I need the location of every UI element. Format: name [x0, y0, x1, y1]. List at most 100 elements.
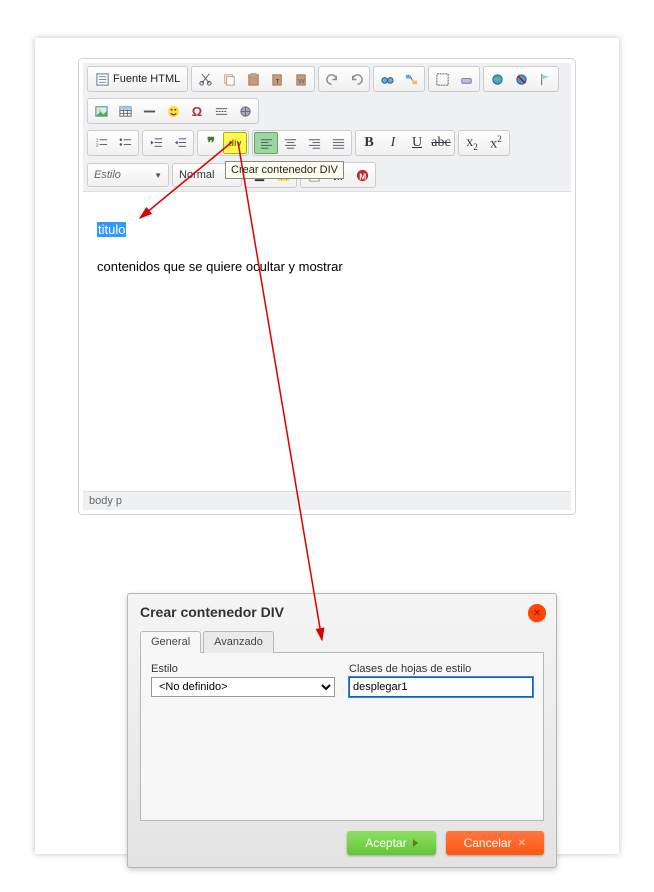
- justifycenter-button[interactable]: [278, 132, 302, 154]
- paste-icon: [246, 72, 261, 87]
- binoculars-icon: [380, 72, 395, 87]
- italic-icon: I: [391, 135, 396, 151]
- creatediv-button[interactable]: div: [223, 132, 247, 154]
- x-icon: ✕: [518, 838, 526, 849]
- elements-path[interactable]: body p: [89, 495, 122, 507]
- image-button[interactable]: [89, 100, 113, 122]
- ul-icon: [118, 136, 133, 151]
- undo-button[interactable]: [320, 68, 344, 90]
- style-combo[interactable]: Estilo ▼: [87, 163, 169, 187]
- svg-text:W: W: [298, 78, 305, 85]
- pagebreak-button[interactable]: [209, 100, 233, 122]
- creatediv-tooltip: Crear contenedor DIV: [225, 161, 344, 179]
- justifyblock-button[interactable]: [326, 132, 350, 154]
- svg-text:M: M: [359, 171, 366, 181]
- style-select[interactable]: <No definido>: [151, 677, 335, 697]
- style-combo-label: Estilo: [94, 169, 121, 181]
- eraser-icon: [459, 72, 474, 87]
- superscript-button[interactable]: x2: [484, 132, 508, 154]
- copy-icon: [222, 72, 237, 87]
- table-icon: [118, 104, 133, 119]
- align-justify-icon: [331, 136, 346, 151]
- specialchar-button[interactable]: Ω: [185, 100, 209, 122]
- quote-icon: ❞: [207, 134, 215, 152]
- paste-text-button[interactable]: T: [265, 68, 289, 90]
- copy-button[interactable]: [217, 68, 241, 90]
- anchor-button[interactable]: [533, 68, 557, 90]
- bold-icon: B: [364, 135, 373, 151]
- ckeditor-panel: Fuente HTML T W: [78, 58, 576, 515]
- strike-button[interactable]: abc: [429, 132, 453, 154]
- ol-icon: 12: [94, 136, 109, 151]
- subscript-button[interactable]: x2: [460, 132, 484, 154]
- redo-icon: [349, 72, 364, 87]
- ok-label: Aceptar: [365, 836, 406, 850]
- replace-button[interactable]: [399, 68, 423, 90]
- div-icon: div: [228, 138, 241, 148]
- globe-unlink-icon: [514, 72, 529, 87]
- undo-icon: [325, 72, 340, 87]
- dialog-close-button[interactable]: ✕: [528, 604, 546, 622]
- bold-button[interactable]: B: [357, 132, 381, 154]
- class-input[interactable]: [349, 677, 533, 697]
- replace-icon: [404, 72, 419, 87]
- italic-button[interactable]: I: [381, 132, 405, 154]
- indent-button[interactable]: [168, 132, 192, 154]
- pagebreak-icon: [214, 104, 229, 119]
- cancel-button[interactable]: Cancelar ✕: [446, 831, 544, 855]
- outdent-button[interactable]: [144, 132, 168, 154]
- smiley-button[interactable]: [161, 100, 185, 122]
- creatediv-dialog: Crear contenedor DIV ✕ General Avanzado …: [127, 593, 557, 868]
- iframe-button[interactable]: [233, 100, 257, 122]
- smiley-icon: [166, 104, 181, 119]
- align-center-icon: [283, 136, 298, 151]
- moodle-button[interactable]: M: [350, 164, 374, 186]
- source-label: Fuente HTML: [113, 73, 180, 85]
- chevron-down-icon: ▼: [154, 171, 162, 180]
- find-button[interactable]: [375, 68, 399, 90]
- link-button[interactable]: [485, 68, 509, 90]
- superscript-icon: x2: [490, 134, 502, 153]
- cut-button[interactable]: [193, 68, 217, 90]
- tab-general[interactable]: General: [140, 631, 201, 653]
- selectall-button[interactable]: [430, 68, 454, 90]
- image-icon: [94, 104, 109, 119]
- source-button[interactable]: Fuente HTML: [89, 68, 186, 90]
- hr-icon: [142, 104, 157, 119]
- numberedlist-button[interactable]: 12: [89, 132, 113, 154]
- paste-text-icon: T: [270, 72, 285, 87]
- removeformat-button[interactable]: [454, 68, 478, 90]
- table-button[interactable]: [113, 100, 137, 122]
- paste-word-icon: W: [294, 72, 309, 87]
- selected-text: titulo: [97, 222, 126, 237]
- align-right-icon: [307, 136, 322, 151]
- omega-icon: Ω: [192, 104, 202, 119]
- outdent-icon: [149, 136, 164, 151]
- paste-button[interactable]: [241, 68, 265, 90]
- scissors-icon: [198, 72, 213, 87]
- underline-button[interactable]: U: [405, 132, 429, 154]
- bulletedlist-button[interactable]: [113, 132, 137, 154]
- cancel-label: Cancelar: [464, 836, 512, 850]
- hr-button[interactable]: [137, 100, 161, 122]
- svg-text:T: T: [275, 78, 279, 85]
- tab-advanced[interactable]: Avanzado: [203, 631, 274, 653]
- underline-icon: U: [412, 135, 422, 151]
- unlink-button[interactable]: [509, 68, 533, 90]
- source-icon: [95, 72, 110, 87]
- editor-status-bar: body p: [83, 491, 571, 510]
- justifyright-button[interactable]: [302, 132, 326, 154]
- paste-word-button[interactable]: W: [289, 68, 313, 90]
- class-field-label: Clases de hojas de estilo: [349, 663, 533, 675]
- style-field-label: Estilo: [151, 663, 335, 675]
- close-icon: ✕: [533, 608, 541, 619]
- editor-content-area[interactable]: titulo contenidos que se quiere ocultar …: [83, 191, 571, 491]
- justifyleft-button[interactable]: [254, 132, 278, 154]
- strike-icon: abc: [431, 135, 450, 151]
- editor-toolbar: Fuente HTML T W: [83, 63, 571, 191]
- globe-link-icon: [490, 72, 505, 87]
- ok-button[interactable]: Aceptar: [347, 831, 435, 855]
- triangle-right-icon: [413, 839, 418, 847]
- blockquote-button[interactable]: ❞: [199, 132, 223, 154]
- redo-button[interactable]: [344, 68, 368, 90]
